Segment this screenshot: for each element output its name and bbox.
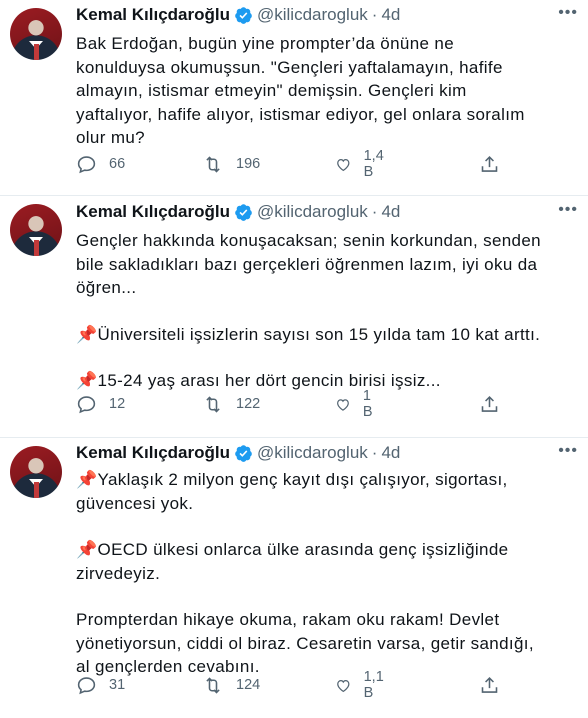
like-count: 1,1 B [363, 669, 384, 701]
timestamp[interactable]: 4d [381, 202, 400, 222]
tweet-header: Kemal Kılıçdaroğlu @kilicdarogluk · 4d [76, 442, 578, 464]
reply-button[interactable]: 66 [76, 154, 125, 175]
reply-count: 66 [109, 156, 126, 172]
like-count: 1,4 B [363, 148, 384, 180]
share-icon [481, 395, 498, 412]
like-icon [337, 158, 350, 171]
reply-button[interactable]: 12 [76, 394, 125, 415]
retweet-icon [206, 676, 220, 694]
retweet-icon [206, 395, 220, 413]
more-icon[interactable]: ••• [558, 201, 578, 219]
retweet-button[interactable]: 124 [202, 675, 260, 696]
retweet-count: 122 [236, 396, 261, 412]
more-icon[interactable]: ••• [558, 4, 578, 22]
tweet-line: konulduysa okumuşsun. "Gençleri yaftalam… [76, 57, 503, 77]
tweet-line: yaftalıyor, hafife alıyor, istismar ediy… [76, 104, 525, 124]
avatar[interactable] [10, 204, 62, 256]
tweet-line: 📌Üniversiteli işsizlerin sayısı son 15 y… [76, 324, 541, 344]
share-icon [481, 676, 498, 693]
timestamp[interactable]: 4d [381, 5, 400, 25]
reply-count: 31 [109, 677, 126, 693]
author-handle[interactable]: @kilicdarogluk [257, 202, 368, 222]
retweet-count: 124 [236, 677, 261, 693]
tweet-text: Bak Erdoğan, bugün yine prompter’da önün… [76, 32, 578, 150]
like-count: 1 B [362, 388, 373, 420]
tweet-line: güvencesi yok. [76, 493, 194, 513]
author-handle[interactable]: @kilicdarogluk [257, 5, 368, 25]
share-button[interactable] [479, 675, 500, 696]
retweet-count: 196 [236, 156, 261, 172]
separator-dot: · [371, 5, 378, 24]
tweet-text: Gençler hakkında konuşacaksan; senin kor… [76, 229, 578, 393]
tweet[interactable]: Kemal Kılıçdaroğlu @kilicdarogluk · 4d 📌… [0, 438, 588, 718]
tweet-line: bile sakladıkları bazı gerçekleri öğrenm… [76, 254, 538, 274]
verified-icon [234, 6, 253, 25]
verified-icon [234, 203, 253, 222]
tweet-line: 📌OECD ülkesi onlarca ülke arasında genç … [76, 540, 509, 559]
retweet-button[interactable]: 196 [202, 154, 260, 175]
reply-count: 12 [109, 396, 126, 412]
tweet-line: Bak Erdoğan, bugün yine prompter’da önün… [76, 34, 455, 53]
verified-icon [234, 444, 253, 463]
author-name[interactable]: Kemal Kılıçdaroğlu [76, 202, 230, 222]
like-icon [337, 398, 349, 411]
avatar[interactable] [10, 446, 62, 498]
tweet-line: zirvedeyiz. [76, 563, 161, 583]
tweet[interactable]: Kemal Kılıçdaroğlu @kilicdarogluk · 4d B… [0, 0, 588, 196]
tweet-line: almayın, istismar etmeyin" demişsin. Gen… [76, 81, 467, 100]
author-name[interactable]: Kemal Kılıçdaroğlu [76, 443, 230, 463]
avatar[interactable] [10, 8, 62, 60]
tweet-line: Gençler hakkında konuşacaksan; senin kor… [76, 231, 541, 250]
share-button[interactable] [479, 154, 500, 175]
retweet-button[interactable]: 122 [202, 394, 260, 415]
more-icon[interactable]: ••• [558, 442, 578, 460]
author-name[interactable]: Kemal Kılıçdaroğlu [76, 5, 230, 25]
tweet-line: al gençlerden cevabını. [76, 657, 260, 676]
separator-dot: · [371, 443, 378, 462]
tweet-line: yönetiyorsun, ciddi ol biraz. Cesaretin … [76, 633, 534, 653]
separator-dot: · [371, 202, 378, 221]
like-button[interactable]: 1,4 B [335, 148, 389, 180]
reply-icon [77, 155, 96, 173]
like-button[interactable]: 1 B [335, 388, 379, 420]
tweet-line: 📌Yaklaşık 2 milyon genç kayıt dışı çalış… [76, 470, 508, 489]
reply-icon [77, 676, 96, 694]
tweet-text: 📌Yaklaşık 2 milyon genç kayıt dışı çalış… [76, 468, 578, 679]
like-button[interactable]: 1,1 B [335, 669, 389, 701]
tweet-line: olur mu? [76, 128, 145, 147]
reply-icon [77, 395, 96, 413]
like-icon [337, 679, 350, 692]
share-icon [481, 155, 498, 172]
tweet-header: Kemal Kılıçdaroğlu @kilicdarogluk · 4d [76, 4, 578, 26]
tweet-line: Prompterdan hikaye okuma, rakam oku raka… [76, 610, 500, 629]
author-handle[interactable]: @kilicdarogluk [257, 443, 368, 463]
tweet-line: 📌15-24 yaş arası her dört gencin birisi … [76, 371, 441, 390]
tweet-line: öğren... [76, 278, 137, 297]
tweet-header: Kemal Kılıçdaroğlu @kilicdarogluk · 4d [76, 201, 578, 223]
reply-button[interactable]: 31 [76, 675, 125, 696]
share-button[interactable] [479, 394, 500, 415]
retweet-icon [206, 155, 220, 173]
tweet[interactable]: Kemal Kılıçdaroğlu @kilicdarogluk · 4d G… [0, 196, 588, 438]
timestamp[interactable]: 4d [381, 443, 400, 463]
